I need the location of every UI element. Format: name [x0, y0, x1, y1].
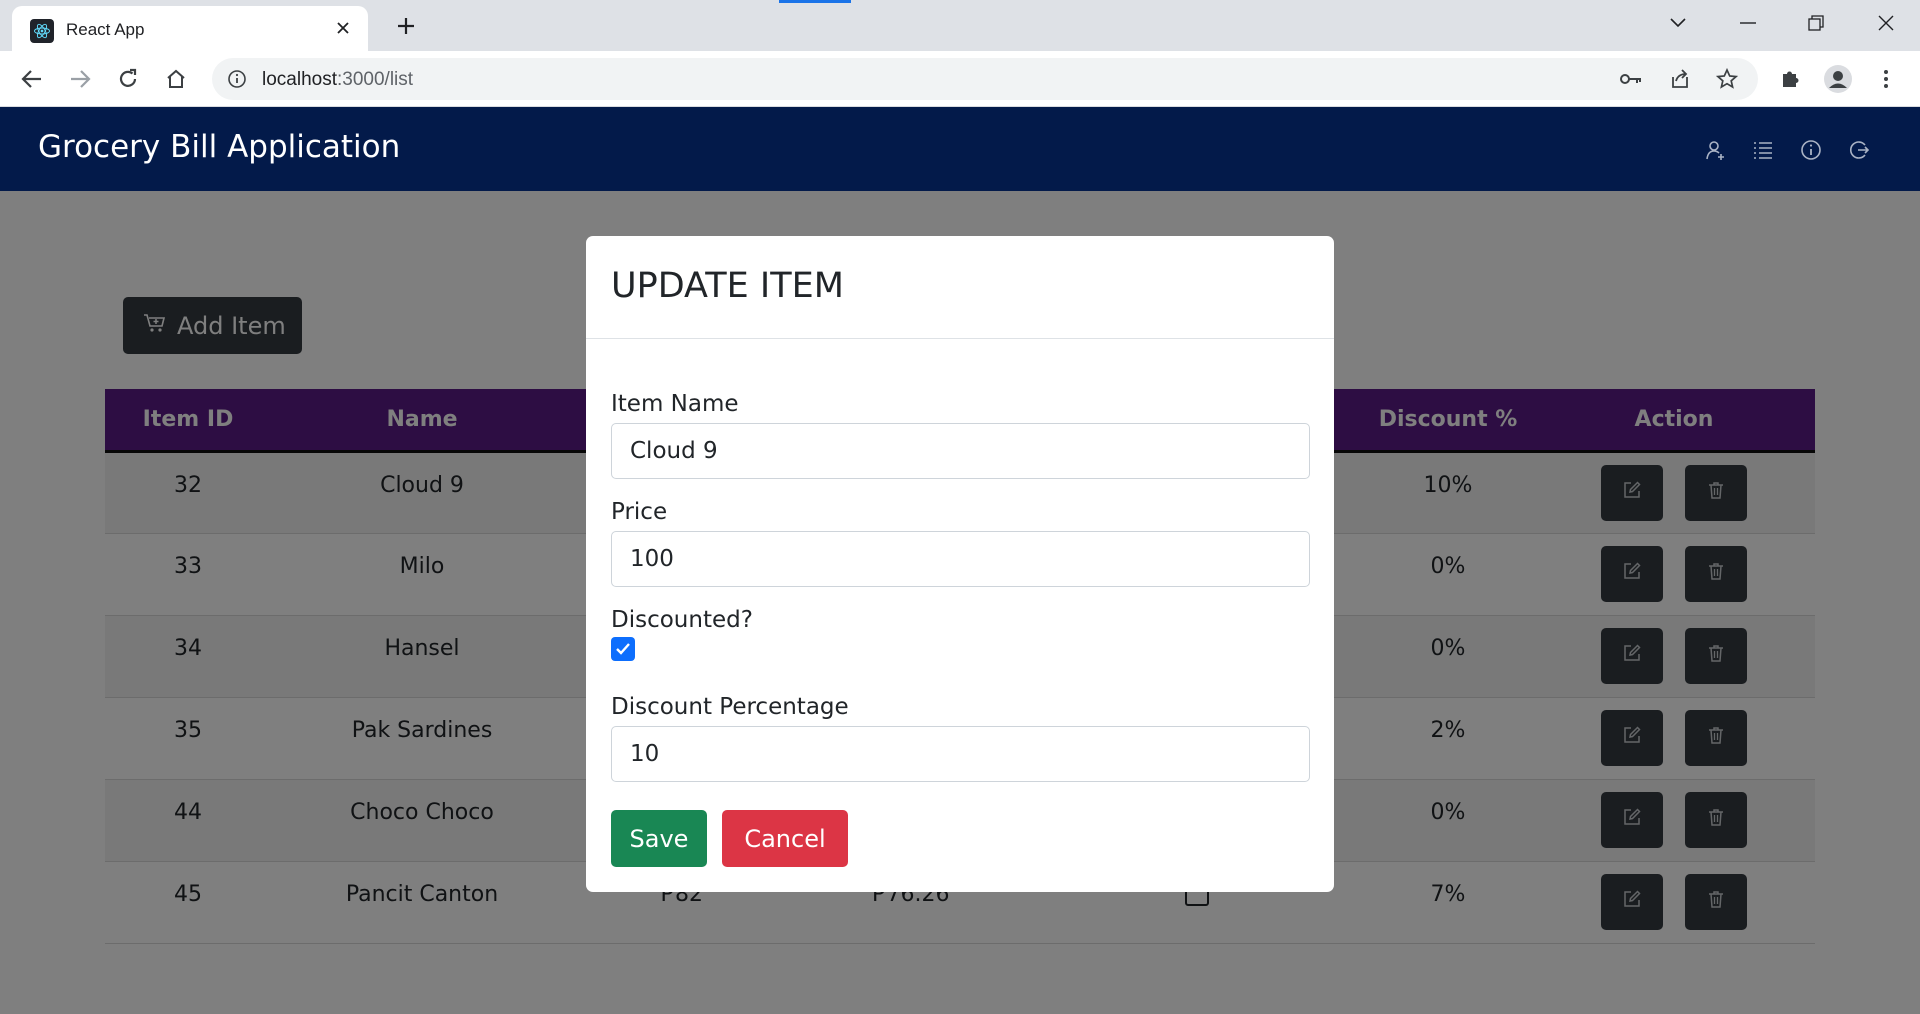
bookmark-star-icon[interactable] [1712, 64, 1742, 94]
app-page: Grocery Bill Application Add Item Item I… [0, 107, 1920, 1014]
add-user-icon[interactable] [1702, 137, 1728, 163]
info-icon[interactable] [1798, 137, 1824, 163]
forward-icon[interactable] [62, 61, 98, 97]
price-label: Price [611, 499, 668, 525]
discounted-checkbox[interactable] [611, 637, 635, 661]
browser-tab[interactable]: React App [12, 6, 368, 51]
app-navbar: Grocery Bill Application [0, 107, 1920, 191]
loading-indicator [779, 0, 851, 3]
url-text: localhost:3000/list [262, 69, 414, 90]
cancel-button[interactable]: Cancel [722, 810, 848, 867]
tab-search-icon[interactable] [1650, 6, 1706, 40]
discounted-label: Discounted? [611, 607, 753, 633]
item-name-label: Item Name [611, 391, 739, 417]
menu-kebab-icon[interactable] [1868, 61, 1904, 97]
key-icon[interactable] [1616, 64, 1646, 94]
extensions-icon[interactable] [1772, 61, 1808, 97]
close-tab-icon[interactable] [330, 15, 356, 41]
new-tab-icon[interactable] [390, 10, 422, 42]
browser-tabstrip: React App [0, 0, 1920, 51]
discount-percentage-label: Discount Percentage [611, 694, 849, 720]
modal-header: UPDATE ITEM [586, 236, 1334, 339]
update-item-modal: UPDATE ITEM Item Name Price Discounted? … [586, 236, 1334, 892]
share-icon[interactable] [1665, 64, 1695, 94]
app-brand[interactable]: Grocery Bill Application [38, 129, 400, 165]
react-icon [30, 19, 54, 43]
reload-icon[interactable] [110, 61, 146, 97]
price-input[interactable] [611, 531, 1310, 587]
profile-avatar-icon[interactable] [1820, 61, 1856, 97]
back-icon[interactable] [14, 61, 50, 97]
address-bar[interactable]: localhost:3000/list [212, 58, 1758, 100]
restore-icon[interactable] [1788, 6, 1844, 40]
home-icon[interactable] [158, 61, 194, 97]
tab-title: React App [66, 20, 145, 39]
modal-title: UPDATE ITEM [611, 266, 844, 306]
logout-icon[interactable] [1846, 137, 1872, 163]
window-close-icon[interactable] [1858, 6, 1914, 40]
item-name-input[interactable] [611, 423, 1310, 479]
save-button[interactable]: Save [611, 810, 707, 867]
discount-percentage-input[interactable] [611, 726, 1310, 782]
browser-toolbar: localhost:3000/list [0, 51, 1920, 107]
site-info-icon[interactable] [226, 68, 248, 90]
minimize-icon[interactable] [1720, 6, 1776, 40]
list-icon[interactable] [1750, 137, 1776, 163]
